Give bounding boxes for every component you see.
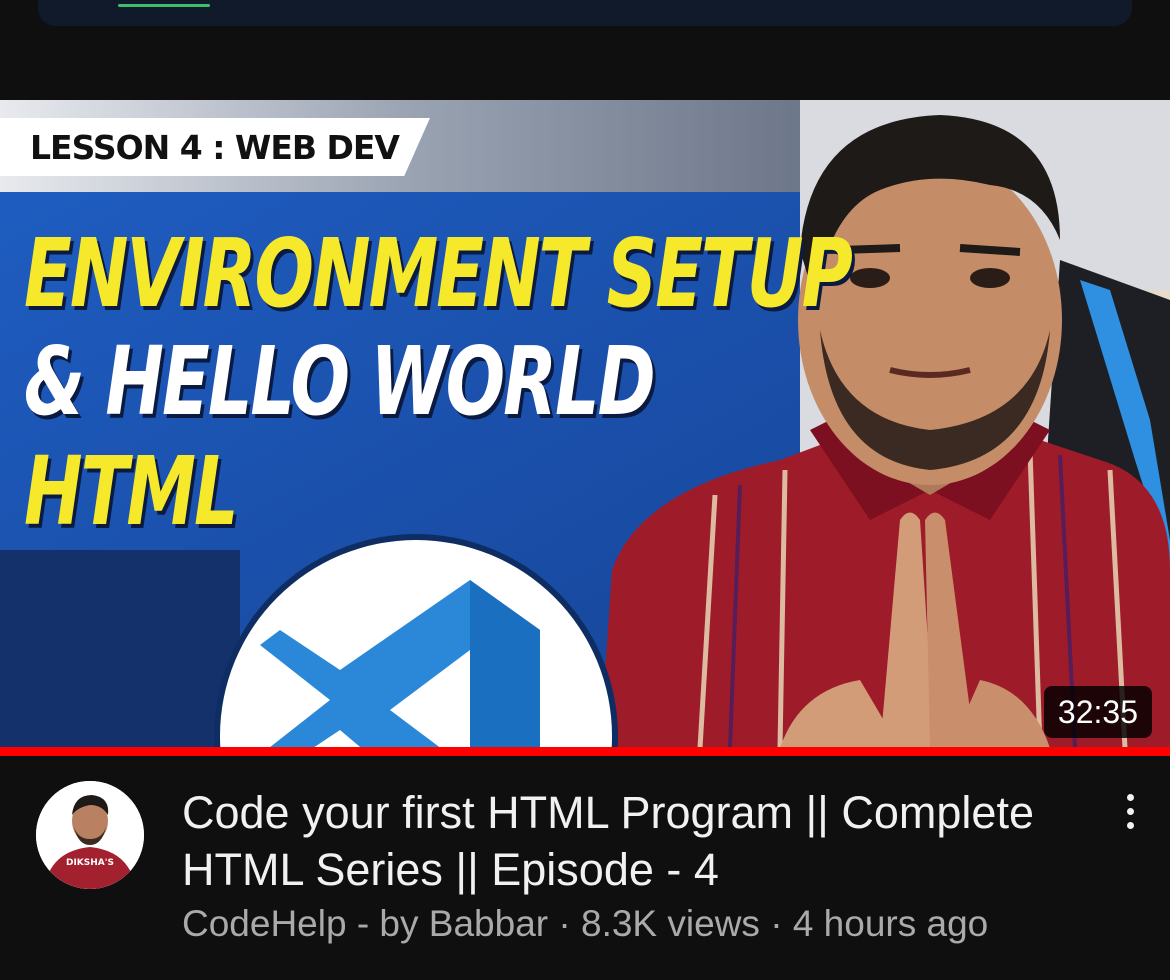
- video-meta: CodeHelp - by Babbar · 8.3K views · 4 ho…: [182, 900, 1142, 948]
- upload-age: 4 hours ago: [792, 903, 989, 944]
- lesson-tag: LESSON 4 : WEB DEV: [0, 118, 430, 176]
- vscode-logo-icon: [220, 540, 612, 748]
- meta-separator: ·: [759, 903, 793, 944]
- watch-progress-bar: [0, 747, 1170, 756]
- more-options-button[interactable]: [1110, 786, 1150, 836]
- duration-badge: 32:35: [1043, 686, 1152, 738]
- thumbnail-headline-1: ENVIRONMENT SETUP: [24, 218, 853, 329]
- vertical-ellipsis-icon: [1126, 807, 1134, 815]
- vertical-ellipsis-icon: [1126, 793, 1134, 801]
- vertical-ellipsis-icon: [1126, 821, 1134, 829]
- meta-separator: ·: [548, 903, 581, 944]
- video-feed: LESSON 4 : WEB DEV ENVIRONMENT SETUP & H…: [0, 0, 1170, 980]
- thumbnail-headline-2: & HELLO WORLD: [24, 326, 656, 437]
- card-accent-bar: [118, 4, 210, 7]
- avatar-shirt-text: DIKSHA'S: [66, 858, 114, 868]
- lesson-tag-text: LESSON 4 : WEB DEV: [30, 127, 400, 167]
- channel-avatar[interactable]: DIKSHA'S: [36, 781, 144, 889]
- thumbnail-headline-3: HTML: [24, 436, 239, 547]
- video-title[interactable]: Code your first HTML Program || Complete…: [182, 784, 1082, 898]
- view-count: 8.3K views: [581, 903, 760, 944]
- channel-name[interactable]: CodeHelp - by Babbar: [182, 903, 548, 944]
- previous-video-card[interactable]: [38, 0, 1132, 26]
